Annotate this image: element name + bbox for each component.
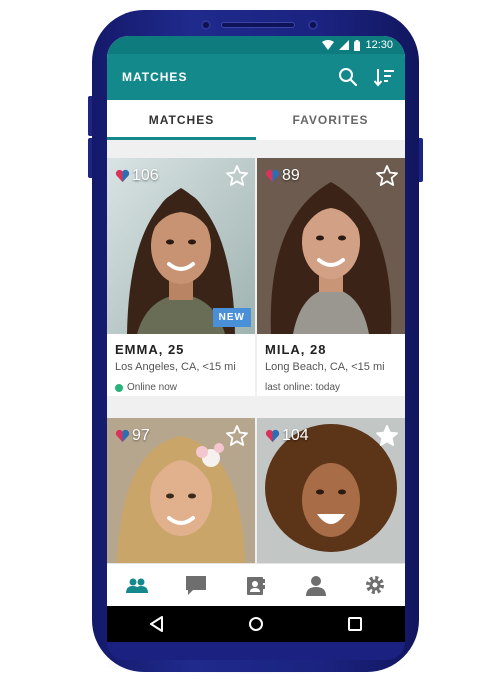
profile-photo[interactable]: 97 [107, 418, 255, 563]
search-icon[interactable] [337, 66, 359, 88]
match-name: EMMA, 25 [115, 342, 185, 357]
status-time: 12:30 [365, 39, 393, 51]
match-card-emma[interactable]: 106 NEW EMMA, 25 Los Angeles, CA, <15 mi… [107, 158, 255, 396]
chat-icon[interactable] [184, 573, 208, 597]
profile-icon[interactable] [304, 573, 328, 597]
online-dot-icon [115, 383, 123, 392]
star-icon[interactable] [225, 164, 249, 188]
matches-grid: 106 NEW EMMA, 25 Los Angeles, CA, <15 mi… [107, 140, 405, 563]
hearts-count-value: 89 [282, 167, 300, 184]
tab-matches[interactable]: MATCHES [107, 100, 256, 140]
star-icon[interactable] [375, 164, 399, 188]
signal-icon [339, 40, 350, 50]
heart-icon [265, 169, 280, 182]
hearts-count: 106 [115, 167, 159, 185]
online-status: Online now [115, 382, 177, 393]
page-title: MATCHES [122, 70, 188, 84]
hearts-count: 89 [265, 167, 300, 185]
heart-icon [115, 429, 130, 442]
people-icon[interactable] [125, 573, 149, 597]
profile-photo[interactable]: 89 [257, 158, 405, 334]
top-bezel [105, 12, 406, 38]
match-location: Los Angeles, CA, <15 mi [115, 361, 236, 373]
star-filled-icon[interactable] [375, 424, 399, 448]
app-screen: 12:30 MATCHES MATCHES FAVORITES 106 NEW … [107, 36, 405, 606]
sensor-icon [201, 20, 211, 30]
wifi-icon [322, 40, 335, 50]
bottom-navigation [107, 563, 405, 606]
front-camera-icon [308, 20, 318, 30]
profile-photo[interactable]: 106 NEW [107, 158, 255, 334]
last-online-status: last online: today [265, 382, 340, 393]
hearts-count-value: 106 [132, 167, 159, 184]
tab-favorites[interactable]: FAVORITES [256, 100, 405, 140]
match-location: Long Beach, CA, <15 mi [265, 361, 385, 373]
settings-icon[interactable] [363, 573, 387, 597]
match-card-3[interactable]: 97 [107, 418, 255, 563]
profile-photo[interactable]: 104 [257, 418, 405, 563]
phone-chin [107, 642, 405, 660]
system-navigation-bar [107, 606, 405, 642]
star-icon[interactable] [225, 424, 249, 448]
battery-icon [354, 39, 361, 51]
hearts-count-value: 97 [132, 427, 150, 444]
match-card-4[interactable]: 104 [257, 418, 405, 563]
heart-icon [265, 429, 280, 442]
hearts-count: 97 [115, 427, 150, 445]
match-card-mila[interactable]: 89 MILA, 28 Long Beach, CA, <15 mi last … [257, 158, 405, 396]
earpiece-speaker [221, 22, 295, 28]
recents-icon[interactable] [346, 615, 364, 633]
home-icon[interactable] [247, 615, 265, 633]
last-online-text: last online: today [265, 382, 341, 393]
heart-icon [115, 169, 130, 182]
status-bar: 12:30 [107, 36, 405, 54]
sort-icon[interactable] [373, 66, 395, 88]
match-name: MILA, 28 [265, 342, 327, 357]
contacts-icon[interactable] [244, 573, 268, 597]
hearts-count-value: 104 [282, 427, 309, 444]
new-badge: NEW [212, 308, 251, 327]
tab-bar: MATCHES FAVORITES [107, 100, 405, 140]
hearts-count: 104 [265, 427, 309, 445]
back-icon[interactable] [148, 615, 166, 633]
app-bar: MATCHES [107, 54, 405, 100]
online-status-text: Online now [127, 382, 178, 393]
